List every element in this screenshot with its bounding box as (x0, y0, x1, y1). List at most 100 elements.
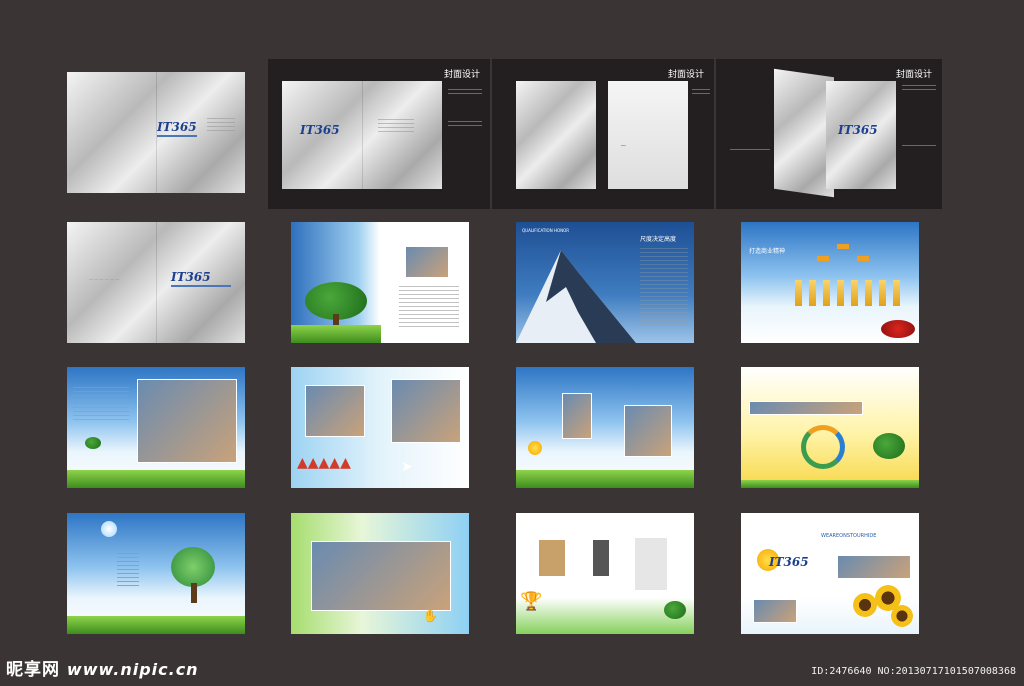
annotation-lines (448, 121, 482, 127)
panel-title: 封面设计 (443, 70, 480, 80)
office-photo (749, 401, 863, 415)
annotation-lines (730, 149, 770, 153)
logo-it365: IT365 (300, 123, 340, 137)
footer-title: WEAREONSTOURHIDE (821, 533, 877, 539)
ribbon-decoration (881, 320, 915, 338)
site-name: 昵享网 (6, 660, 60, 680)
trophy-icon: 🏆 (520, 591, 543, 612)
cover-silver-2[interactable]: IT365 (282, 81, 442, 189)
org-column (795, 280, 802, 306)
mountain-caption: QUALIFICATION HONOR (522, 228, 570, 233)
annotation-lines (448, 89, 482, 95)
grass (291, 325, 381, 343)
certificate (538, 539, 566, 577)
logo-underline (171, 285, 231, 287)
page-photo-collage[interactable]: ✋ (291, 513, 469, 634)
team-photo (137, 379, 237, 463)
org-column (879, 280, 886, 306)
page-mountain[interactable]: QUALIFICATION HONOR 尺度决定高度 (516, 222, 694, 343)
cover-plain-3[interactable]: ~ (608, 81, 688, 189)
body-text (399, 286, 459, 330)
org-title: 打造商业精神 (749, 248, 786, 255)
page-ring-chart[interactable] (741, 367, 919, 488)
spine (156, 222, 157, 343)
org-node (817, 256, 829, 261)
logo-it365: IT365 (157, 120, 197, 134)
body-text (73, 387, 129, 421)
tree-icon (171, 547, 215, 587)
open-cover-left[interactable] (774, 68, 834, 198)
org-column (823, 280, 830, 306)
org-column (865, 280, 872, 306)
tree-trunk (191, 583, 197, 603)
back-cover[interactable]: — — — — — — IT365 (67, 222, 245, 343)
org-column (893, 280, 900, 306)
signature-script: ~ (620, 141, 627, 150)
certificate (634, 537, 668, 591)
sunflower-icon (891, 605, 913, 627)
paper-plane-icon: ➤ (401, 459, 413, 475)
body-text (640, 248, 688, 328)
dark-panel-3: 封面设计 IT365 (716, 59, 942, 209)
page-tree-intro[interactable] (291, 222, 469, 343)
tree-icon (664, 601, 686, 619)
page-tree-growth[interactable] (67, 513, 245, 634)
staff-photo (753, 599, 797, 623)
spine (362, 81, 363, 189)
org-column (851, 280, 858, 306)
sprout-icon (85, 437, 101, 449)
logo-it365: IT365 (171, 270, 211, 284)
activity-photo (305, 385, 365, 437)
org-column (809, 280, 816, 306)
slogan-line: — — — — — — (89, 277, 120, 282)
open-cover-right[interactable]: IT365 (826, 81, 896, 189)
mountain-icon (516, 250, 636, 343)
page-org-chart[interactable]: 打造商业精神 (741, 222, 919, 343)
activity-photo (391, 379, 461, 443)
building-photo (405, 246, 449, 278)
annotation-lines (902, 85, 936, 93)
panel-title: 封面设计 (667, 70, 704, 80)
tree-icon (873, 433, 905, 459)
page-certificates[interactable]: 🏆 (516, 513, 694, 634)
caption-lines (207, 118, 235, 134)
cover-silver-1[interactable]: IT365 (67, 72, 245, 193)
logo-it365: IT365 (838, 123, 878, 137)
service-list (117, 553, 139, 587)
panel-title: 封面设计 (895, 70, 932, 80)
org-column (837, 280, 844, 306)
office-photo (837, 555, 911, 579)
hands-paper-plane: ✋ (423, 609, 438, 623)
grass (67, 616, 245, 634)
org-node (837, 244, 849, 249)
logo-it365: IT365 (769, 555, 809, 569)
dark-panel-2: 封面设计 ~ (492, 59, 714, 209)
page-activities[interactable]: ▲▲▲▲▲ ➤ (291, 367, 469, 488)
dark-panel-1: 封面设计 IT365 (268, 59, 490, 209)
page-sunflowers[interactable]: WEAREONSTOURHIDE IT365 (741, 513, 919, 634)
page-meeting[interactable] (516, 367, 694, 488)
page-team-photos[interactable] (67, 367, 245, 488)
site-watermark: 昵享网 www.nipic.cn (6, 655, 199, 680)
flower-icon (528, 441, 542, 455)
sun-icon (101, 521, 117, 537)
org-node (857, 256, 869, 261)
image-id: ID:2476640 NO:20130717101507008368 (811, 666, 1016, 677)
sailboats: ▲▲▲▲▲ (297, 455, 351, 471)
sunflower-icon (853, 593, 877, 617)
cover-silver-3[interactable] (516, 81, 596, 189)
service-ring-chart (801, 425, 845, 469)
annotation-lines (692, 89, 710, 95)
certificate (592, 539, 610, 577)
logo-underline (157, 135, 197, 137)
annotation-lines (902, 145, 936, 149)
grass (516, 470, 694, 488)
meeting-photo (562, 393, 592, 439)
grass (67, 470, 245, 488)
grass (741, 480, 919, 488)
site-url: www.nipic.cn (66, 660, 199, 679)
mountain-title: 尺度决定高度 (640, 236, 677, 243)
caption-lines (378, 119, 414, 133)
meeting-photo (624, 405, 672, 457)
collage-photo (311, 541, 451, 611)
